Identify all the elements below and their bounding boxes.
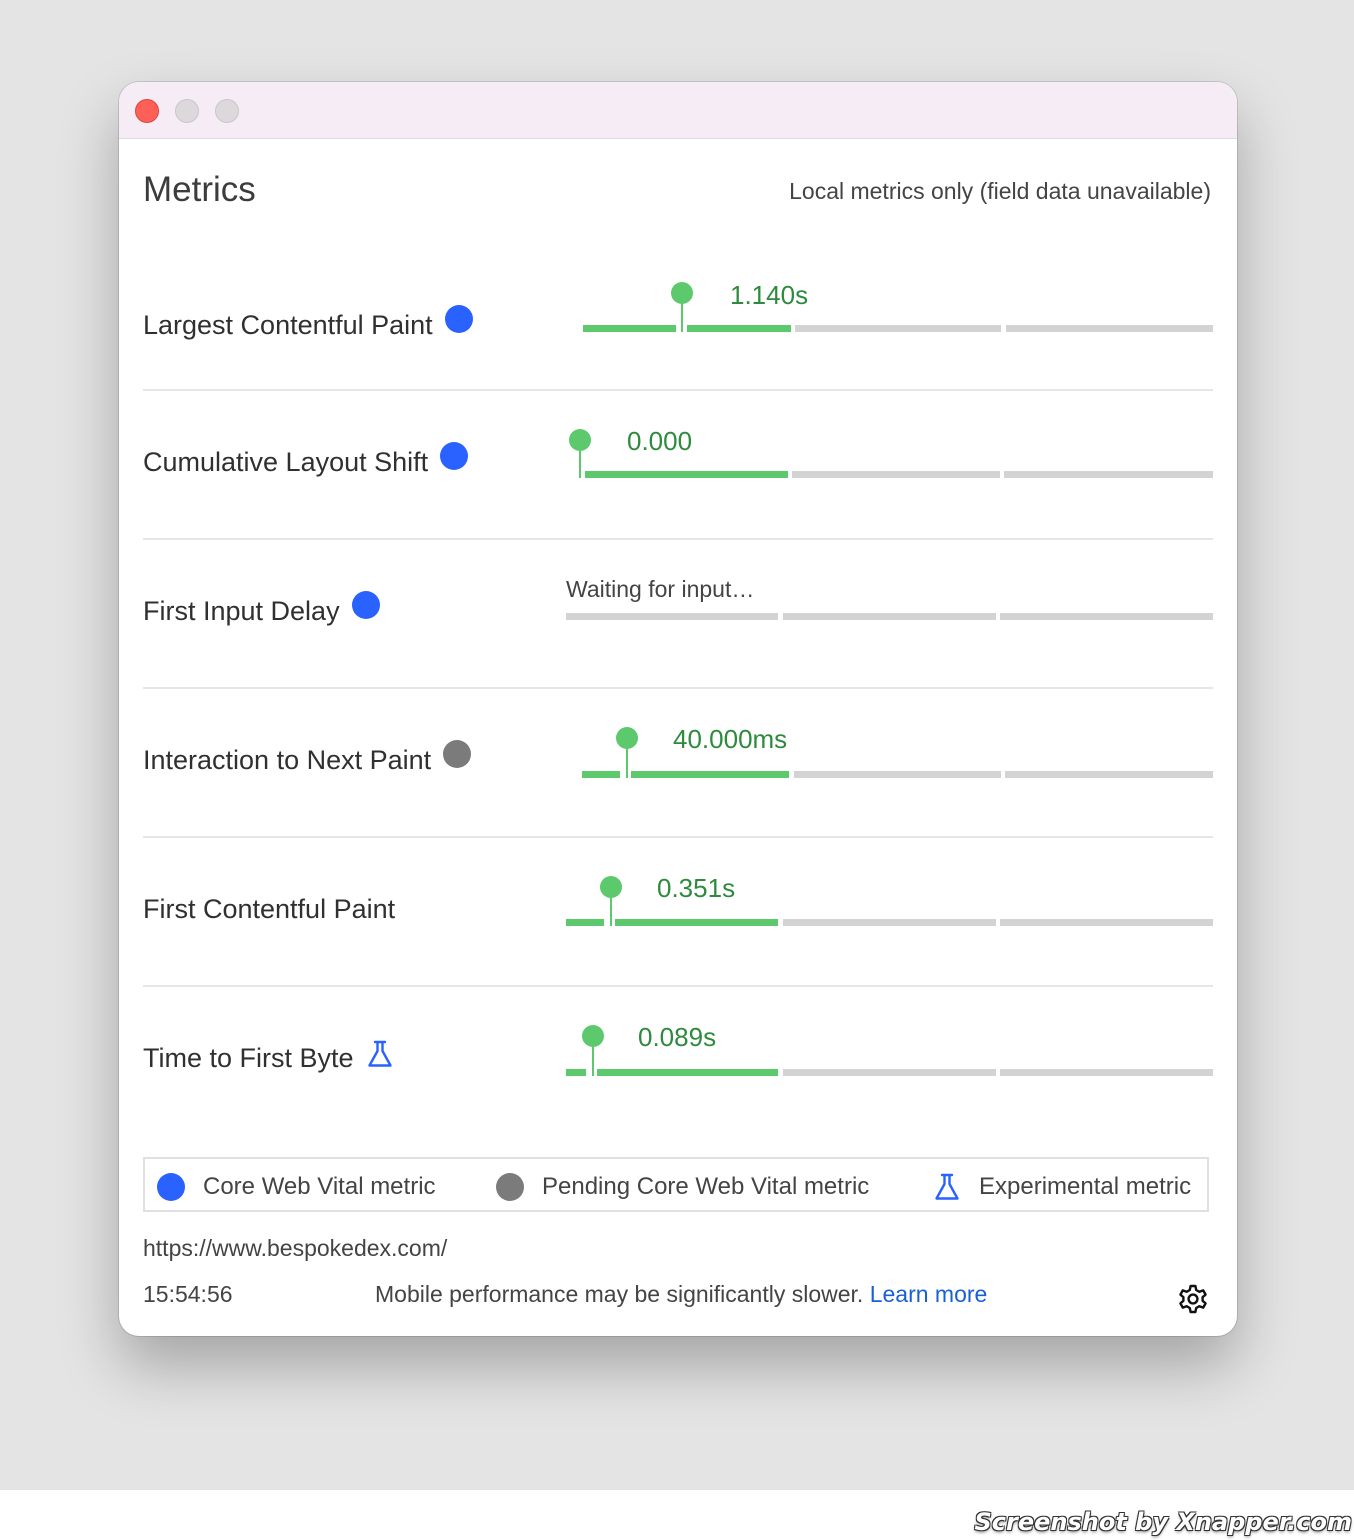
metric-legend: Core Web Vital metric Pending Core Web V…	[143, 1157, 1209, 1212]
metric-name: Time to First Byte	[143, 1040, 394, 1076]
metric-label: Interaction to Next Paint	[143, 745, 432, 775]
ttfb-meter: 0.089s	[566, 1022, 1213, 1083]
pending-core-web-vital-icon	[443, 740, 472, 768]
metric-value: 1.140s	[730, 280, 809, 310]
core-web-vital-icon	[440, 442, 469, 470]
cls-meter: 0.000	[566, 426, 1213, 487]
value-marker	[582, 1025, 604, 1047]
lcp-meter: 1.140s	[583, 280, 1213, 340]
watermark: Screenshot by Xnapper.com	[974, 1508, 1352, 1536]
meter-segment-poor	[1000, 919, 1213, 926]
metric-name: Cumulative Layout Shift	[143, 442, 469, 478]
close-window-button[interactable]	[135, 99, 159, 123]
metric-row-fid: First Input Delay Waiting for input…	[143, 538, 1213, 689]
metric-label: First Input Delay	[143, 596, 340, 626]
metric-value: 0.351s	[657, 873, 736, 903]
meter-segment-poor	[1000, 613, 1213, 620]
minimize-window-button[interactable]	[175, 99, 199, 123]
waiting-status: Waiting for input…	[566, 576, 755, 602]
metric-name: First Contentful Paint	[143, 894, 395, 925]
metric-row-inp: Interaction to Next Paint 40.000ms	[143, 687, 1213, 838]
value-marker	[569, 429, 591, 451]
value-marker	[616, 727, 638, 749]
metric-label: First Contentful Paint	[143, 894, 396, 924]
metric-label: Time to First Byte	[143, 1043, 354, 1073]
title-bar	[119, 82, 1237, 139]
meter-segment-needs-improvement	[795, 325, 1001, 332]
metric-value: 0.000	[627, 426, 693, 456]
learn-more-link[interactable]: Learn more	[870, 1281, 988, 1307]
core-web-vital-icon	[157, 1172, 185, 1201]
timestamp: 15:54:56	[143, 1281, 233, 1307]
meter-segment-good	[687, 325, 791, 332]
meter-segment-needs-improvement	[783, 613, 996, 620]
meter-segment-good	[585, 471, 788, 478]
mobile-note-text: Mobile performance may be significantly …	[375, 1281, 864, 1307]
metric-row-fcp: First Contentful Paint 0.351s	[143, 836, 1213, 987]
meter-segment-needs-improvement	[794, 771, 1001, 778]
meter-segment-good	[631, 771, 789, 778]
legend-item-pending: Pending Core Web Vital metric	[496, 1159, 869, 1214]
metric-value: 0.089s	[638, 1022, 717, 1052]
meter-segment-good	[566, 919, 604, 926]
pending-core-web-vital-icon	[496, 1172, 524, 1201]
flask-icon	[933, 1172, 961, 1202]
legend-label: Pending Core Web Vital metric	[542, 1172, 870, 1200]
mobile-note: Mobile performance may be significantly …	[375, 1281, 987, 1308]
meter-segment-poor	[1006, 325, 1213, 332]
meter-segment-good	[566, 613, 778, 620]
meter-segment-needs-improvement	[783, 919, 996, 926]
metric-value: 40.000ms	[673, 724, 788, 754]
metric-name: Interaction to Next Paint	[143, 740, 472, 776]
metric-row-ttfb: Time to First Byte 0.089s	[143, 985, 1213, 1134]
metric-name: Largest Contentful Paint	[143, 305, 473, 341]
maximize-window-button[interactable]	[215, 99, 239, 123]
metric-label: Largest Contentful Paint	[143, 310, 433, 340]
meter-segment-poor	[1005, 771, 1213, 778]
legend-label: Experimental metric	[979, 1172, 1192, 1200]
extension-popup-window: Metrics Local metrics only (field data u…	[119, 82, 1237, 1336]
meter-segment-poor	[1000, 1069, 1213, 1076]
meter-segment-poor	[1004, 471, 1213, 478]
metric-row-lcp: Largest Contentful Paint 1.140s	[143, 240, 1213, 391]
meter-segment-needs-improvement	[783, 1069, 996, 1076]
field-data-note: Local metrics only (field data unavailab…	[789, 178, 1211, 204]
legend-label: Core Web Vital metric	[203, 1172, 436, 1200]
metric-row-cls: Cumulative Layout Shift 0.000	[143, 389, 1213, 540]
meter-segment-good	[583, 325, 676, 332]
value-marker	[671, 282, 693, 304]
gear-icon[interactable]	[1177, 1283, 1209, 1315]
meter-segment-needs-improvement	[792, 471, 1000, 478]
page-url: https://www.bespokedex.com/	[143, 1235, 448, 1261]
flask-icon	[366, 1039, 394, 1076]
meter-segment-good	[582, 771, 620, 778]
fid-meter: Waiting for input…	[566, 576, 1213, 626]
meter-segment-good	[615, 919, 778, 926]
core-web-vital-icon	[351, 591, 380, 619]
inp-meter: 40.000ms	[582, 724, 1213, 785]
value-marker	[600, 876, 622, 898]
legend-item-experimental: Experimental metric	[933, 1159, 1191, 1214]
legend-item-core: Core Web Vital metric	[157, 1159, 436, 1214]
fcp-meter: 0.351s	[566, 873, 1213, 934]
metric-label: Cumulative Layout Shift	[143, 447, 429, 477]
core-web-vital-icon	[444, 305, 473, 333]
meter-segment-good	[597, 1069, 778, 1076]
meter-segment-good	[566, 1069, 586, 1076]
metric-name: First Input Delay	[143, 591, 380, 627]
page-title: Metrics	[143, 170, 256, 209]
